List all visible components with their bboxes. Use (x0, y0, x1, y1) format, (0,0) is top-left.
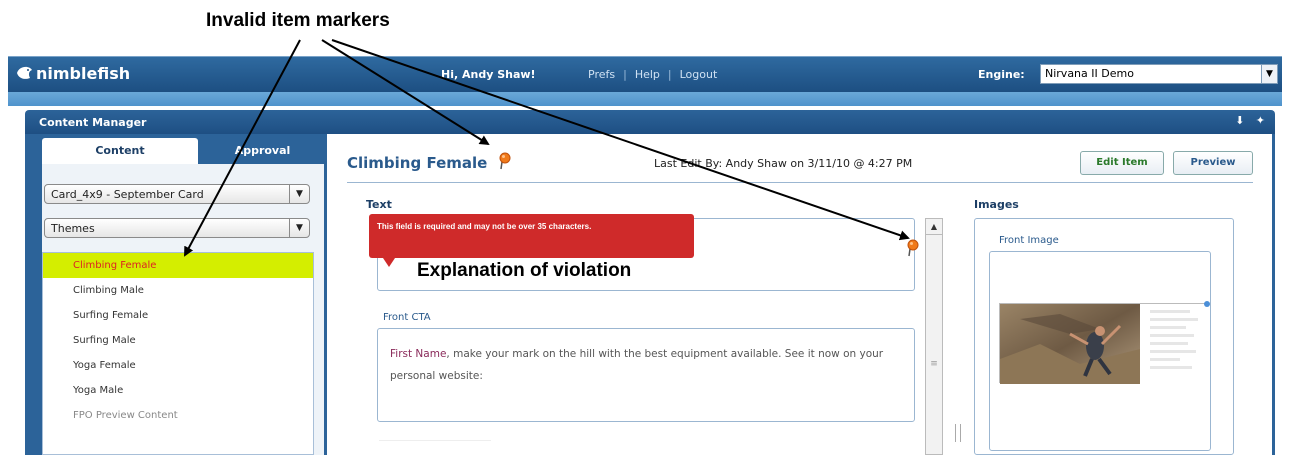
error-message: This field is required and may not be ov… (377, 222, 592, 231)
card-select-value: Card_4x9 - September Card (51, 188, 204, 201)
tab-content[interactable]: Content (42, 138, 198, 164)
chevron-down-icon[interactable]: ▼ (289, 219, 309, 237)
logout-link[interactable]: Logout (680, 68, 718, 81)
error-tooltip: This field is required and may not be ov… (369, 214, 694, 267)
header-strip (8, 92, 1282, 106)
front-image-label: Front Image (999, 235, 1059, 246)
divider (347, 182, 1253, 183)
top-links: Prefs | Help | Logout (588, 68, 717, 81)
engine-value: Nirvana II Demo (1045, 67, 1134, 80)
front-image-thumbnail[interactable] (999, 303, 1206, 384)
redacted-block (387, 396, 571, 410)
chevron-down-icon[interactable]: ▼ (1261, 65, 1277, 83)
divider: | (667, 68, 672, 81)
images-section-heading: Images (974, 198, 1019, 211)
prefs-link[interactable]: Prefs (588, 68, 615, 81)
redacted-block (619, 366, 687, 414)
top-header-bar: nimblefish Hi, Andy Shaw! Prefs | Help | Log… (8, 56, 1282, 92)
list-item-climbing-male[interactable]: Climbing Male (43, 278, 313, 303)
list-item-yoga-female[interactable]: Yoga Female (43, 353, 313, 378)
panel-title: Content Manager (39, 116, 147, 129)
tab-approval[interactable]: Approval (200, 138, 325, 164)
card-select[interactable]: Card_4x9 - September Card ▼ (44, 184, 310, 204)
list-item-yoga-male[interactable]: Yoga Male (43, 378, 313, 403)
panel-controls: ⬇ ✦ (1235, 114, 1265, 127)
text-scrollbar[interactable]: ▲ ≡ (925, 218, 943, 455)
logo-text: nimblefish (36, 63, 131, 83)
preview-button[interactable]: Preview (1173, 151, 1253, 175)
tooltip-tail (383, 258, 395, 267)
first-name-token: First Name (390, 348, 447, 360)
text-section-heading: Text (366, 198, 392, 211)
annotation-explanation-of-violation: Explanation of violation (417, 260, 632, 281)
theme-select[interactable]: Themes ▼ (44, 218, 310, 238)
images-panel: Front Image (974, 218, 1234, 455)
edit-item-button[interactable]: Edit Item (1080, 151, 1164, 175)
last-edit-info: Last Edit By: Andy Shaw on 3/11/10 @ 4:2… (654, 157, 913, 170)
main-panel: Climbing Female Last Edit By: Andy Shaw … (327, 134, 1275, 455)
climber-photo-image (1000, 304, 1206, 384)
front-cta-label: Front CTA (383, 312, 431, 323)
item-title: Climbing Female (347, 154, 488, 172)
left-panel: Content Approval Card_4x9 - September Ca… (25, 134, 327, 455)
chevron-down-icon[interactable]: ▼ (289, 185, 309, 203)
divider: | (623, 68, 627, 81)
help-link[interactable]: Help (635, 68, 660, 81)
engine-select[interactable]: Nirvana II Demo ▼ (1040, 64, 1278, 84)
list-item-surfing-male[interactable]: Surfing Male (43, 328, 313, 353)
blank-field (379, 440, 491, 455)
collapse-icon[interactable]: ✦ (1256, 114, 1265, 127)
scroll-up-arrow-icon[interactable]: ▲ (926, 219, 942, 235)
pin-icon[interactable]: ⬇ (1235, 114, 1244, 127)
scroll-grip-icon[interactable]: ≡ (929, 359, 939, 373)
list-item-surfing-female[interactable]: Surfing Female (43, 303, 313, 328)
list-item-fpo-preview[interactable]: FPO Preview Content (43, 403, 313, 428)
fish-logo-icon (17, 66, 32, 79)
annotation-invalid-item-markers: Invalid item markers (206, 10, 390, 31)
front-image-frame (989, 251, 1211, 451)
resize-grip-icon[interactable] (955, 424, 961, 442)
invalid-marker-icon[interactable] (499, 152, 511, 170)
logo[interactable]: nimblefish (14, 63, 130, 83)
theme-select-value: Themes (51, 222, 95, 235)
list-item-climbing-female[interactable]: Climbing Female (43, 253, 313, 278)
item-list: Climbing Female Climbing Male Surfing Fe… (42, 252, 314, 455)
greeting: Hi, Andy Shaw! (441, 68, 536, 81)
left-panel-body: Card_4x9 - September Card ▼ Themes ▼ Cli… (42, 164, 324, 455)
invalid-marker-icon[interactable] (907, 239, 919, 257)
engine-label: Engine: (978, 68, 1025, 81)
image-handle-icon[interactable] (1204, 301, 1210, 307)
content-manager-header: Content Manager ⬇ ✦ (25, 110, 1275, 134)
